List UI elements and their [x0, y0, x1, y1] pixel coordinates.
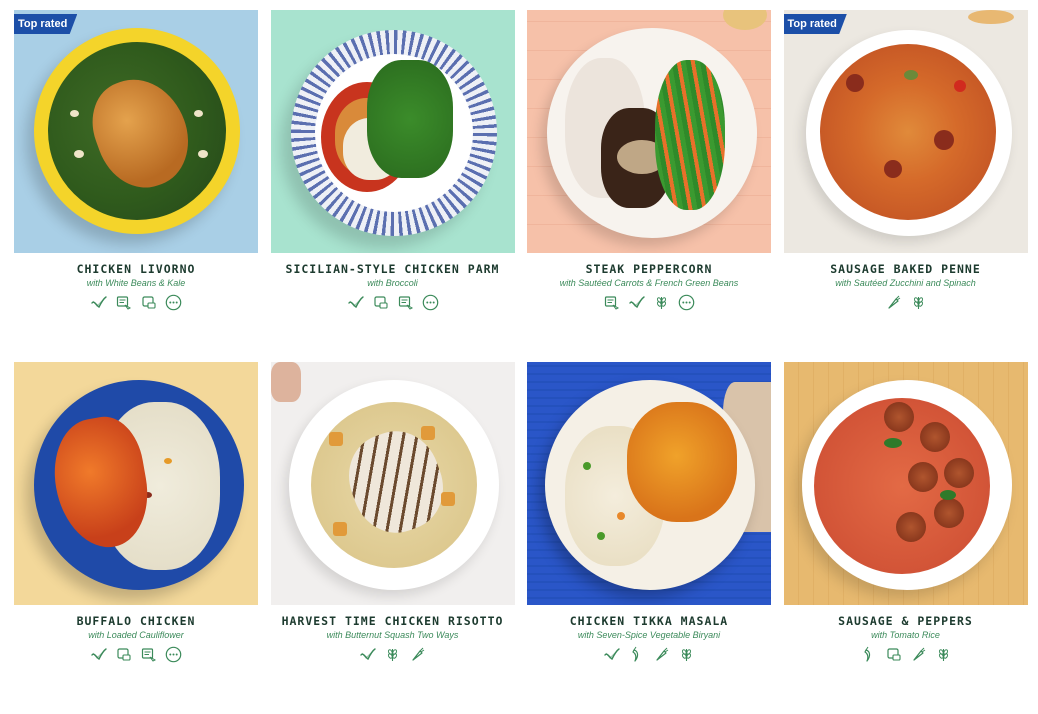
chili-icon [632, 646, 639, 662]
protein-icon [142, 296, 156, 309]
meal-title[interactable]: SICILIAN-STYLE CHICKEN PARM [271, 262, 515, 276]
meal-tags [14, 294, 258, 311]
meal-title[interactable]: HARVEST TIME CHICKEN RISOTTO [271, 614, 515, 628]
meal-title[interactable]: CHICKEN LIVORNO [14, 262, 258, 276]
meal-tags [784, 646, 1028, 663]
calorie-smart-icon [141, 648, 157, 662]
meal-photo[interactable]: Top rated [783, 10, 1028, 253]
calorie-smart-icon [116, 296, 132, 310]
more-icon[interactable] [678, 294, 695, 311]
top-rated-badge: Top rated [14, 14, 78, 34]
meal-photo[interactable] [270, 10, 515, 253]
meal-photo[interactable]: Top rated [14, 10, 258, 253]
meal-tags [271, 646, 515, 663]
meal-card-steak-peppercorn[interactable]: STEAK PEPPERCORN with Sautéed Carrots & … [527, 10, 771, 362]
meal-subtitle: with Loaded Cauliflower [88, 630, 184, 640]
wheat-icon [938, 649, 948, 661]
meal-card-sausage-baked-penne[interactable]: Top rated SAUSAGE BAKED PENNE with Sauté… [783, 10, 1028, 362]
wheat-icon [681, 649, 692, 661]
calorie-smart-icon [604, 296, 620, 310]
meal-subtitle: with Sautéed Carrots & French Green Bean… [559, 278, 739, 288]
meal-title[interactable]: CHICKEN TIKKA MASALA [527, 614, 771, 628]
more-icon[interactable] [165, 646, 182, 663]
meal-subtitle: with Broccoli [367, 278, 418, 288]
meal-card-harvest-time-chicken-risotto[interactable]: HARVEST TIME CHICKEN RISOTTO with Butter… [270, 362, 515, 714]
carrot-icon [912, 647, 925, 661]
meal-title[interactable]: STEAK PEPPERCORN [527, 262, 771, 276]
meal-title[interactable]: BUFFALO CHICKEN [14, 614, 258, 628]
chili-icon [863, 646, 870, 662]
meal-photo[interactable] [527, 10, 771, 253]
heart-check-icon [347, 296, 364, 308]
more-icon[interactable] [422, 294, 439, 311]
calorie-smart-icon [398, 296, 413, 310]
meal-tags [271, 294, 515, 311]
top-rated-badge: Top rated [783, 14, 847, 34]
carrot-icon [656, 647, 669, 661]
meal-subtitle: with Tomato Rice [871, 630, 940, 640]
meal-tags [14, 646, 258, 663]
meal-subtitle: with Butternut Squash Two Ways [326, 630, 459, 640]
meal-photo[interactable] [527, 362, 771, 605]
heart-check-icon [91, 296, 107, 308]
meal-photo[interactable] [783, 362, 1028, 605]
heart-check-icon [91, 648, 107, 660]
protein-icon [117, 648, 131, 661]
heart-check-icon [629, 296, 645, 308]
carrot-icon [412, 647, 425, 661]
meal-tags [527, 646, 771, 663]
meal-photo[interactable] [270, 362, 515, 605]
meal-card-buffalo-chicken[interactable]: BUFFALO CHICKEN with Loaded Cauliflower [14, 362, 258, 714]
meal-tags [784, 294, 1028, 311]
meal-subtitle: with Sautéed Zucchini and Spinach [835, 278, 976, 288]
wheat-icon [387, 649, 398, 661]
carrot-icon [887, 295, 900, 309]
meal-title[interactable]: SAUSAGE BAKED PENNE [784, 262, 1028, 276]
meal-photo[interactable] [14, 362, 258, 605]
meal-card-sausage-and-peppers[interactable]: SAUSAGE & PEPPERS with Tomato Rice [783, 362, 1028, 714]
more-icon[interactable] [165, 294, 182, 311]
meal-grid: Top rated CHICKEN LIVORNO with White Bea… [14, 10, 1028, 714]
meal-card-chicken-tikka-masala[interactable]: CHICKEN TIKKA MASALA with Seven-Spice Ve… [527, 362, 771, 714]
meal-card-chicken-livorno[interactable]: Top rated CHICKEN LIVORNO with White Bea… [14, 10, 258, 362]
protein-icon [886, 648, 901, 661]
protein-icon [373, 296, 388, 309]
meal-subtitle: with White Beans & Kale [86, 278, 186, 288]
heart-check-icon [604, 648, 620, 660]
meal-title[interactable]: SAUSAGE & PEPPERS [784, 614, 1028, 628]
meal-subtitle: with Seven-Spice Vegetable Biryani [577, 630, 721, 640]
wheat-icon [913, 297, 923, 309]
meal-tags [527, 294, 771, 311]
meal-card-sicilian-chicken-parm[interactable]: SICILIAN-STYLE CHICKEN PARM with Broccol… [270, 10, 515, 362]
heart-check-icon [360, 648, 376, 660]
wheat-icon [656, 297, 667, 309]
